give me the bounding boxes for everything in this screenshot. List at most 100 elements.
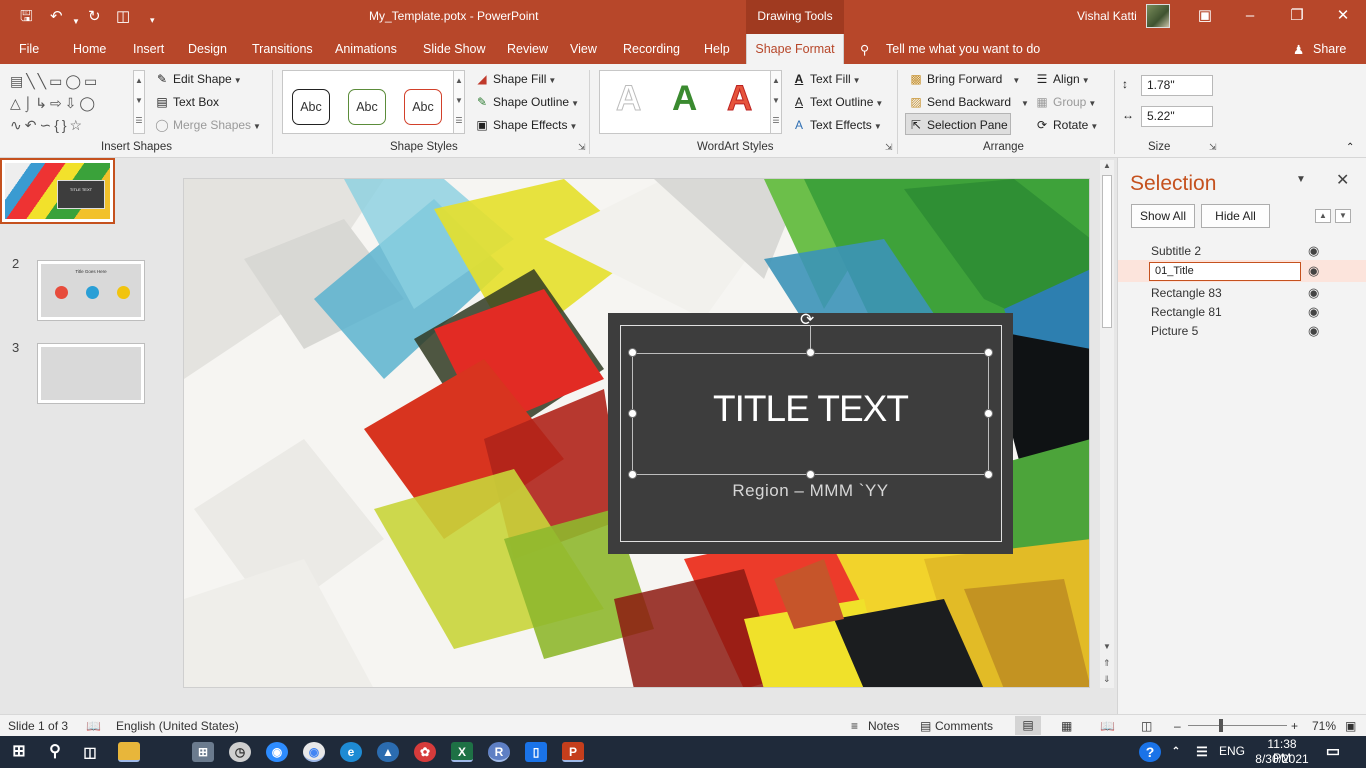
- wordart-style[interactable]: A: [672, 79, 697, 119]
- bring-forward-icon[interactable]: ▲: [1315, 209, 1331, 223]
- shape-style-preset[interactable]: Abc: [292, 89, 330, 125]
- save-icon[interactable]: 🖫: [20, 7, 33, 27]
- shape-fill-button[interactable]: ◢ Shape Fill ▼: [474, 71, 556, 89]
- align-button[interactable]: ☰ Align ▼: [1034, 71, 1090, 89]
- shape-styles-gallery[interactable]: Abc Abc Abc: [282, 70, 454, 134]
- undo-icon[interactable]: ↶: [50, 7, 63, 27]
- dialog-launcher-icon[interactable]: ⇲: [885, 142, 893, 153]
- scrollbar-thumb[interactable]: [1102, 175, 1112, 328]
- zoom-slider-thumb[interactable]: [1219, 719, 1223, 732]
- previous-slide-icon[interactable]: ⇑: [1103, 658, 1111, 669]
- merge-shapes-button[interactable]: ◯ Merge Shapes ▼: [154, 117, 261, 135]
- resize-handle[interactable]: [628, 348, 637, 357]
- shape-style-preset[interactable]: Abc: [404, 89, 442, 125]
- r-app-icon[interactable]: R: [488, 742, 510, 762]
- tab-insert[interactable]: Insert: [133, 42, 164, 56]
- tab-file[interactable]: File: [19, 42, 39, 56]
- language-indicator[interactable]: English (United States): [116, 719, 239, 733]
- dialog-launcher-icon[interactable]: ⇲: [1209, 142, 1217, 153]
- tab-slide-show[interactable]: Slide Show: [423, 42, 486, 56]
- task-view-icon[interactable]: ◫: [79, 742, 101, 762]
- scroll-down-icon[interactable]: ▼: [1103, 642, 1111, 651]
- wordart-style[interactable]: A: [726, 79, 752, 119]
- minimize-icon[interactable]: –: [1240, 6, 1260, 26]
- user-name[interactable]: Vishal Katti: [1077, 9, 1137, 23]
- send-backward-button[interactable]: ▨ Send Backward ▼: [908, 94, 1029, 112]
- wordart-scroll[interactable]: ▲ ▼ ☰: [770, 70, 782, 134]
- resize-handle[interactable]: [628, 409, 637, 418]
- vertical-scrollbar[interactable]: ▲ ▼ ⇑ ⇓: [1100, 160, 1114, 688]
- dialog-launcher-icon[interactable]: ⇲: [578, 142, 586, 153]
- text-fill-button[interactable]: A Text Fill ▼: [791, 71, 861, 89]
- rotate-button[interactable]: ⟳ Rotate ▼: [1034, 117, 1098, 135]
- zoom-app-icon[interactable]: ◉: [266, 742, 288, 762]
- resize-handle[interactable]: [806, 348, 815, 357]
- wordart-style[interactable]: A: [615, 79, 641, 119]
- shapes-gallery-scroll[interactable]: ▲ ▼ ☰: [133, 70, 145, 134]
- tab-transitions[interactable]: Transitions: [252, 42, 313, 56]
- show-hidden-icons-icon[interactable]: ⌃: [1165, 742, 1187, 762]
- onedrive-upload-icon[interactable]: ▲: [377, 742, 399, 762]
- close-icon[interactable]: ✕: [1333, 6, 1353, 26]
- resize-handle[interactable]: [628, 470, 637, 479]
- wordart-gallery[interactable]: A A A: [599, 70, 771, 134]
- undo-dropdown-icon[interactable]: ▼: [72, 12, 80, 32]
- slide-canvas[interactable]: TITLE TEXT ⟳ Region – MMM `YY: [183, 178, 1090, 688]
- scroll-up-icon[interactable]: ▲: [1103, 161, 1111, 170]
- app-icon[interactable]: ✿: [414, 742, 436, 762]
- visibility-eye-icon[interactable]: ◉: [1308, 323, 1319, 339]
- tab-review[interactable]: Review: [507, 42, 548, 56]
- resize-handle[interactable]: [984, 348, 993, 357]
- tab-recording[interactable]: Recording: [623, 42, 680, 56]
- share-button[interactable]: Share: [1313, 42, 1346, 56]
- notifications-icon[interactable]: ▭: [1322, 742, 1344, 762]
- ribbon-display-options-icon[interactable]: ▣: [1195, 6, 1215, 26]
- windows-start-icon[interactable]: ⊞: [8, 742, 30, 762]
- network-icon[interactable]: ☰: [1191, 742, 1213, 762]
- slide-sorter-icon[interactable]: ▦: [1061, 719, 1072, 733]
- reading-view-icon[interactable]: 📖: [1100, 719, 1115, 733]
- shape-styles-scroll[interactable]: ▲ ▼ ☰: [453, 70, 465, 134]
- start-slideshow-icon[interactable]: ◫: [116, 7, 130, 27]
- close-pane-icon[interactable]: ✕: [1336, 170, 1349, 190]
- notes-button[interactable]: Notes: [868, 719, 899, 733]
- visibility-eye-icon[interactable]: ◉: [1308, 304, 1319, 320]
- visibility-eye-icon[interactable]: ◉: [1308, 285, 1319, 301]
- shape-style-preset[interactable]: Abc: [348, 89, 386, 125]
- comments-button[interactable]: Comments: [935, 719, 993, 733]
- help-icon[interactable]: ?: [1139, 742, 1161, 762]
- bring-forward-button[interactable]: ▩ Bring Forward ▼: [908, 71, 1020, 89]
- slide-subtitle[interactable]: Region – MMM `YY: [608, 481, 1013, 501]
- powerpoint-icon[interactable]: P: [562, 742, 584, 762]
- resize-handle[interactable]: [984, 409, 993, 418]
- calculator-icon[interactable]: ⊞: [192, 742, 214, 762]
- phone-app-icon[interactable]: ▯: [525, 742, 547, 762]
- input-language[interactable]: ENG: [1219, 744, 1245, 758]
- avatar[interactable]: [1146, 4, 1170, 28]
- next-slide-icon[interactable]: ⇓: [1103, 674, 1111, 685]
- text-effects-button[interactable]: A Text Effects ▼: [791, 117, 882, 135]
- shape-width-field[interactable]: 5.22": [1141, 106, 1213, 127]
- edge-icon[interactable]: e: [340, 742, 362, 762]
- tab-design[interactable]: Design: [188, 42, 227, 56]
- text-outline-button[interactable]: A Text Outline ▼: [791, 94, 883, 112]
- tell-me-search[interactable]: Tell me what you want to do: [886, 42, 1040, 56]
- clock-date[interactable]: 8/30/2021: [1254, 752, 1310, 766]
- tab-home[interactable]: Home: [73, 42, 106, 56]
- selection-item[interactable]: Subtitle 2: [1151, 244, 1201, 258]
- zoom-slider[interactable]: [1188, 725, 1287, 726]
- show-all-button[interactable]: Show All: [1131, 204, 1195, 228]
- redo-icon[interactable]: ↻: [88, 7, 101, 27]
- text-box-button[interactable]: ▤ Text Box: [154, 94, 219, 110]
- title-box-rectangle[interactable]: TITLE TEXT ⟳ Region – MMM `YY: [608, 311, 1013, 554]
- collapse-ribbon-icon[interactable]: ⌃: [1346, 140, 1354, 156]
- selection-item[interactable]: Picture 5: [1151, 324, 1198, 338]
- selection-item[interactable]: Rectangle 81: [1151, 305, 1222, 319]
- zoom-level[interactable]: 71%: [1312, 719, 1336, 733]
- visibility-eye-icon[interactable]: ◉: [1308, 243, 1319, 259]
- shapes-gallery[interactable]: ▤╲╲▭◯▭ △⌡↳⇨⇩◯ ∿↶∽{}☆: [10, 70, 138, 134]
- clock-app-icon[interactable]: ◷: [229, 742, 251, 762]
- fit-to-window-icon[interactable]: ▣: [1345, 719, 1356, 733]
- tab-view[interactable]: View: [570, 42, 597, 56]
- visibility-eye-icon[interactable]: ◉: [1308, 263, 1319, 279]
